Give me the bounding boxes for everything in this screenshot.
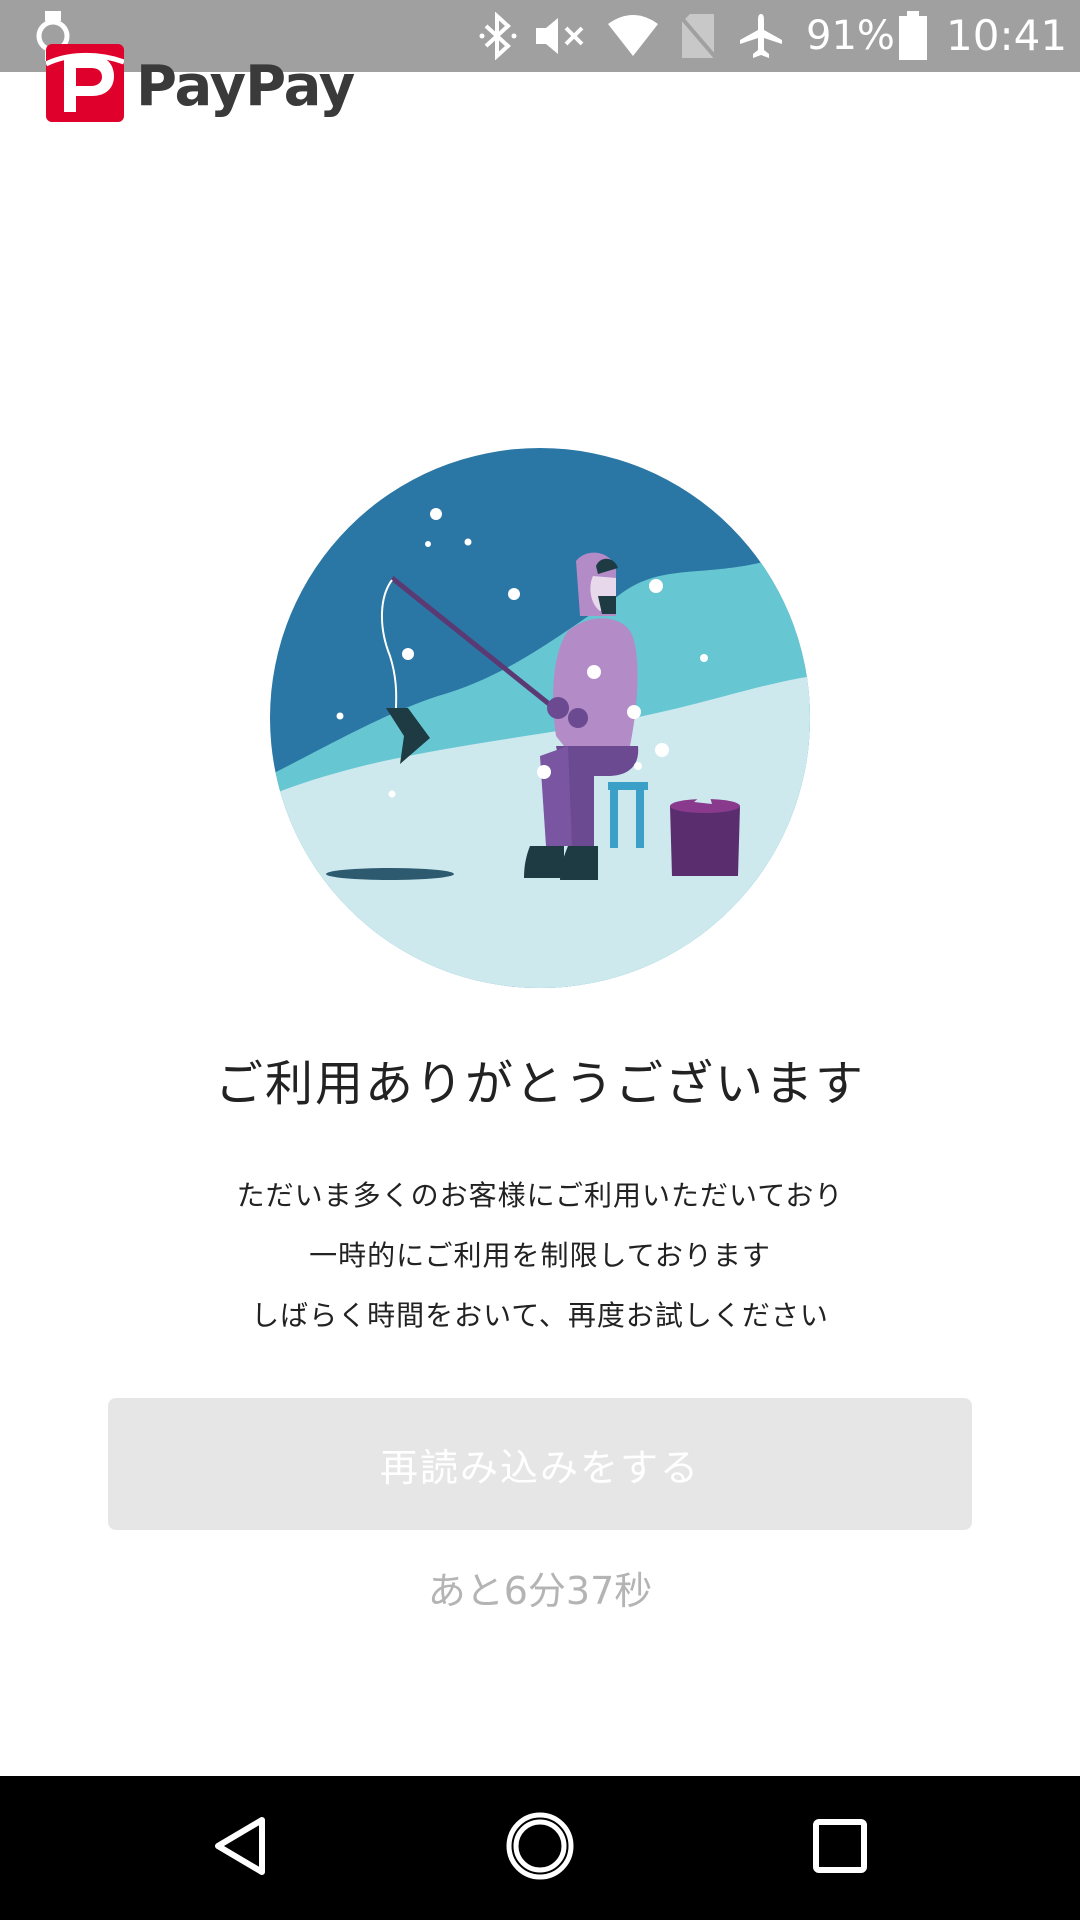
- battery-percent: 91%: [806, 13, 895, 59]
- recents-icon: [812, 1818, 868, 1878]
- message-line: 一時的にご利用を制限しております: [309, 1239, 771, 1272]
- reload-button[interactable]: 再読み込みをする: [108, 1398, 972, 1530]
- ice-fishing-illustration: [268, 446, 812, 990]
- paypay-logo-icon: [44, 44, 125, 128]
- navigation-bar: [0, 1776, 1080, 1920]
- mute-icon: [534, 0, 590, 72]
- clock: 10:41: [946, 11, 1068, 60]
- airplane-icon: [738, 0, 784, 72]
- logo-text: PayPay: [136, 53, 355, 119]
- paypay-logo: PayPay: [44, 44, 355, 128]
- home-button[interactable]: [468, 1776, 612, 1920]
- countdown-timer: あと6分37秒: [427, 1569, 653, 1613]
- bluetooth-icon: [478, 0, 518, 72]
- message-line: しばらく時間をおいて、再度お試しください: [251, 1299, 829, 1332]
- recents-button[interactable]: [768, 1776, 912, 1920]
- back-icon: [212, 1816, 268, 1880]
- back-button[interactable]: [168, 1776, 312, 1920]
- message-line: ただいま多くのお客様にご利用いただいており: [236, 1179, 844, 1212]
- home-icon: [505, 1811, 575, 1885]
- wifi-icon: [606, 0, 660, 72]
- maintenance-message: ただいま多くのお客様にご利用いただいており 一時的にご利用を制限しております し…: [0, 1166, 1080, 1346]
- no-sim-icon: [678, 0, 718, 72]
- battery-icon: [898, 0, 928, 72]
- page-title: ご利用ありがとうございます: [214, 1056, 865, 1112]
